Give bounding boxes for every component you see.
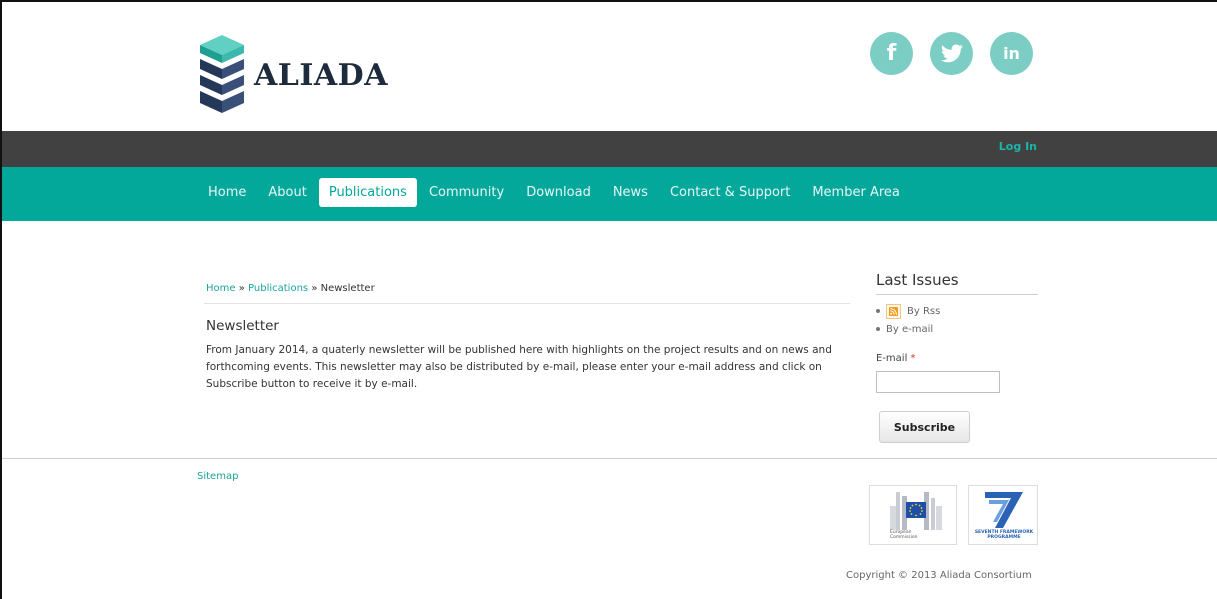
email-label-text: E-mail	[876, 353, 908, 364]
copyright-text: Copyright © 2013 Aliada Consortium	[846, 570, 1032, 581]
social-links: f in	[870, 32, 1033, 75]
main-nav: Home About Publications Community Downlo…	[198, 178, 912, 207]
nav-home[interactable]: Home	[198, 178, 256, 207]
fp7-text: PROGRAMME	[987, 535, 1021, 540]
nav-download[interactable]: Download	[516, 178, 601, 207]
facebook-glyph: f	[886, 41, 897, 66]
sidebar-divider	[876, 294, 1038, 295]
logo-text: ALIADA	[254, 57, 388, 93]
breadcrumb-home[interactable]: Home	[206, 283, 236, 294]
sitemap-link[interactable]: Sitemap	[197, 471, 238, 482]
page-title: Newsletter	[206, 318, 279, 334]
european-commission-logo[interactable]: European Commission	[869, 485, 957, 545]
required-mark: *	[910, 353, 916, 364]
breadcrumb: Home » Publications » Newsletter	[206, 283, 375, 294]
breadcrumb-current: Newsletter	[320, 283, 375, 294]
breadcrumb-publications[interactable]: Publications	[248, 283, 308, 294]
facebook-icon[interactable]: f	[870, 32, 913, 75]
breadcrumb-divider	[204, 303, 850, 304]
footer-divider	[2, 458, 1217, 459]
nav-community[interactable]: Community	[419, 178, 514, 207]
nav-about[interactable]: About	[258, 178, 316, 207]
nav-contact-support[interactable]: Contact & Support	[660, 178, 800, 207]
page-body-text: From January 2014, a quaterly newsletter…	[206, 344, 832, 390]
issues-list: By Rss By e-mail	[876, 302, 940, 338]
twitter-bird-icon	[940, 44, 963, 62]
site-logo[interactable]: ALIADA	[198, 32, 388, 118]
nav-member-area[interactable]: Member Area	[802, 178, 910, 207]
login-link[interactable]: Log In	[999, 140, 1037, 153]
sidebar-title: Last Issues	[876, 271, 959, 289]
main-nav-bar: Home About Publications Community Downlo…	[2, 167, 1217, 221]
site-header: ALIADA f in	[2, 2, 1217, 131]
list-item-label[interactable]: By Rss	[907, 306, 940, 317]
fp7-logo[interactable]: SEVENTH FRAMEWORK PROGRAMME	[968, 485, 1038, 545]
rss-icon[interactable]	[886, 303, 901, 319]
top-bar: Log In	[2, 131, 1217, 167]
linkedin-glyph: in	[1003, 44, 1020, 63]
email-field[interactable]	[876, 371, 1000, 393]
eu-text: Commission	[890, 535, 918, 540]
logo-mark-icon	[200, 35, 244, 113]
list-item-label[interactable]: By e-mail	[886, 324, 933, 335]
subscribe-button[interactable]: Subscribe	[879, 411, 970, 443]
nav-news[interactable]: News	[603, 178, 658, 207]
breadcrumb-separator: »	[311, 283, 318, 294]
breadcrumb-separator: »	[238, 283, 245, 294]
email-label: E-mail *	[876, 353, 916, 364]
nav-publications[interactable]: Publications	[318, 178, 417, 207]
bullet-icon	[876, 309, 880, 313]
linkedin-icon[interactable]: in	[990, 32, 1033, 75]
list-item-email[interactable]: By e-mail	[876, 320, 940, 338]
list-item-rss[interactable]: By Rss	[876, 302, 940, 320]
bullet-icon	[876, 327, 880, 331]
twitter-icon[interactable]	[930, 32, 973, 75]
